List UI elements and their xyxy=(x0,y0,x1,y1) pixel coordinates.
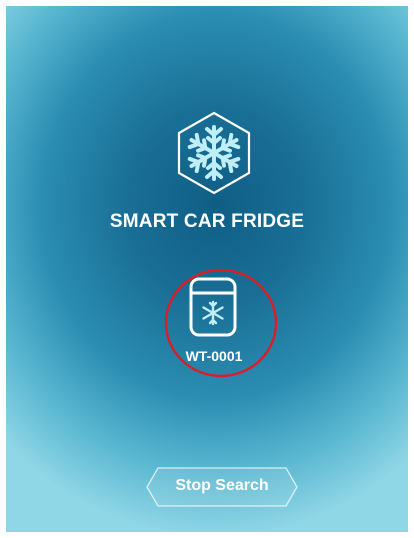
app-title: SMART CAR FRIDGE xyxy=(109,211,305,232)
app-screen: SMART CAR FRIDGE WT-0001 Stop Search xyxy=(6,6,408,532)
stop-search-label: Stop Search xyxy=(175,477,269,494)
device-item-wt-0001[interactable]: WT-0001 xyxy=(164,268,282,380)
stop-search-button[interactable]: Stop Search xyxy=(146,467,298,507)
selection-highlight-circle xyxy=(164,268,282,380)
snowflake-logo-icon xyxy=(176,110,252,196)
